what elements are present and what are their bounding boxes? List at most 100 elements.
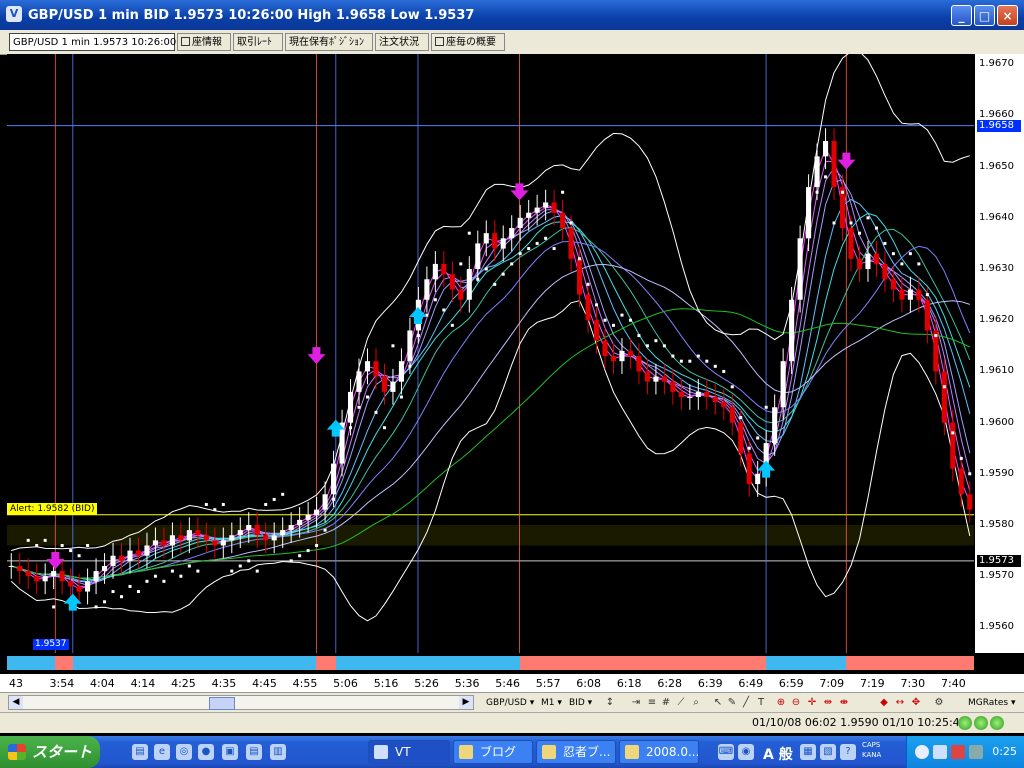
scroll-arrows-icon[interactable]: ↔	[894, 696, 906, 709]
tab-account-info[interactable]: 座情報	[177, 33, 231, 51]
settings-icon[interactable]: ⚙	[933, 696, 945, 709]
candle-body	[152, 540, 158, 546]
sar-dot	[595, 303, 599, 307]
sar-dot	[764, 405, 768, 409]
chart-scrollbar[interactable]: ◀ ▶	[8, 695, 474, 710]
candle-body	[229, 535, 235, 541]
app-shortcut-icon[interactable]: ▥	[270, 744, 286, 760]
line-tool-icon[interactable]: ⟋	[675, 696, 687, 709]
arrow-tool-icon[interactable]: ↕	[604, 696, 616, 709]
sar-dot	[357, 405, 361, 409]
help-icon[interactable]: ?	[840, 744, 856, 760]
price-type-select[interactable]: BID ▾	[569, 696, 592, 710]
volume-tray-icon[interactable]	[969, 745, 983, 759]
time-tick-label: 4:14	[130, 677, 156, 690]
desktop-icon[interactable]: ▤	[132, 744, 148, 760]
close-button[interactable]: ×	[997, 5, 1018, 26]
candle-body	[8, 565, 14, 567]
keyboard-icon[interactable]: ⌨	[718, 744, 734, 760]
candle-body	[347, 391, 354, 423]
connection-icon[interactable]	[974, 716, 988, 730]
pen-tool-icon[interactable]: ╱	[740, 696, 752, 709]
task-vt[interactable]: VT	[368, 740, 450, 764]
candle-body	[169, 535, 175, 546]
scroll-thumb[interactable]	[209, 697, 235, 710]
tray-expand-icon[interactable]	[915, 745, 929, 759]
tab-orders[interactable]: 注文状況	[375, 33, 429, 51]
candle-body	[144, 545, 150, 556]
candle-body	[941, 371, 947, 423]
tab-trade-rate[interactable]: 取引ﾚｰﾄ	[233, 33, 283, 51]
tab-account-summary[interactable]: 座毎の概要	[431, 33, 505, 51]
indicator-select[interactable]: MGRates ▾	[968, 696, 1015, 710]
crosshair-icon[interactable]: ✛	[806, 696, 818, 709]
lower-band-line	[10, 300, 971, 622]
ime-dict-icon[interactable]: ▧	[820, 744, 836, 760]
ie-icon[interactable]: e	[154, 744, 170, 760]
connection-icon[interactable]	[990, 716, 1004, 730]
tab-positions[interactable]: 現在保有ﾎﾟｼﾞｼｮﾝ	[285, 33, 373, 51]
window-titlebar[interactable]: V GBP/USD 1 min BID 1.9573 10:26:00 High…	[0, 0, 1024, 30]
candle-body	[856, 258, 863, 270]
media-icon[interactable]: ◎	[176, 744, 192, 760]
sar-dot	[35, 543, 39, 547]
ime-mode[interactable]: A 般	[763, 744, 793, 764]
task-ninja-blog[interactable]: 忍者ブ...	[536, 740, 616, 764]
candle-body	[627, 350, 634, 357]
text-tool-icon[interactable]: T	[755, 696, 767, 709]
candle-body	[161, 540, 167, 546]
expand-icon[interactable]: ⇹	[822, 696, 834, 709]
candle-body	[712, 397, 718, 403]
time-tick-label: 5:26	[414, 677, 439, 690]
sar-dot	[281, 492, 285, 496]
scroll-left-icon[interactable]: ◀	[9, 696, 23, 709]
symbol-select[interactable]: GBP/USD ▾	[486, 696, 534, 710]
pointer-tool-icon[interactable]: ↖	[712, 696, 724, 709]
vt-tray-icon[interactable]	[933, 745, 947, 759]
sar-dot	[883, 241, 887, 245]
candle-body	[568, 228, 574, 259]
security-tray-icon[interactable]	[951, 745, 965, 759]
tab-chart[interactable]: GBP/USD 1 min 1.9573 10:26:00	[9, 33, 176, 51]
period-select[interactable]: M1 ▾	[541, 696, 562, 710]
marker-icon[interactable]: ◆	[878, 696, 890, 709]
candle-body	[729, 407, 735, 423]
task-blog[interactable]: ブログ	[453, 740, 533, 764]
ime-pad-icon[interactable]: ▦	[800, 744, 816, 760]
sar-dot	[934, 334, 938, 338]
zoom-out-icon[interactable]: ⊖	[790, 696, 802, 709]
sar-dot	[501, 272, 505, 276]
sar-dot	[925, 293, 929, 297]
printer-icon[interactable]: ▣	[222, 744, 238, 760]
cursor-tool-icon[interactable]: ⇥	[630, 696, 642, 709]
sar-dot	[713, 364, 717, 368]
sar-dot	[832, 221, 836, 225]
chart-plot-area[interactable]: Alert: 1.9582 (BID) 1.9537	[7, 54, 974, 653]
search-tool-icon[interactable]: ⌕	[690, 696, 702, 709]
scroll-right-icon[interactable]: ▶	[459, 696, 473, 709]
ime-tool-icon[interactable]: ◉	[738, 744, 754, 760]
candle-body	[509, 228, 515, 239]
caps-kana-indicator: CAPS KANA	[862, 741, 882, 759]
shrink-icon[interactable]: ⇼	[838, 696, 850, 709]
draw-tool-icon[interactable]: ✎	[726, 696, 738, 709]
move-icon[interactable]: ✥	[910, 696, 922, 709]
sar-dot	[645, 344, 649, 348]
folder-icon	[459, 745, 473, 759]
candle-body	[890, 279, 896, 290]
connection-icon[interactable]	[958, 716, 972, 730]
document-icon[interactable]: ▤	[246, 744, 262, 760]
minimize-button[interactable]: _	[951, 5, 972, 26]
network-icon[interactable]: ●	[198, 744, 214, 760]
status-bar: 01/10/08 06:02 1.9590 01/10 10:25:42	[0, 712, 1024, 733]
fib-tool-icon[interactable]: ≡	[646, 696, 658, 709]
candle-body	[619, 350, 625, 362]
start-button[interactable]: スタート	[0, 736, 100, 768]
vt-icon	[374, 745, 388, 759]
zoom-in-icon[interactable]: ⊕	[775, 696, 787, 709]
maximize-button[interactable]: □	[974, 5, 995, 26]
grid-tool-icon[interactable]: #	[660, 696, 672, 709]
moving-average-line	[11, 147, 971, 590]
task-2008[interactable]: 2008.0...	[619, 740, 699, 764]
candle-body	[254, 525, 260, 536]
